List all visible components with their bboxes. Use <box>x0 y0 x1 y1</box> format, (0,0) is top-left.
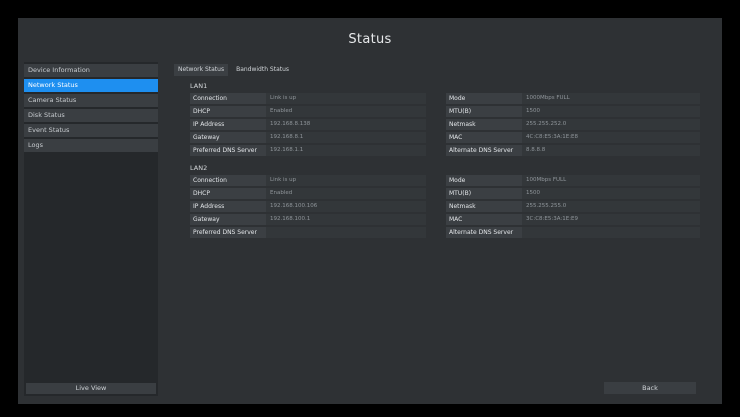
field-value: Link is up <box>266 175 426 186</box>
field-label: IP Address <box>190 119 266 130</box>
sidebar-item-disk-status[interactable]: Disk Status <box>24 109 158 122</box>
field-label: Mode <box>446 175 522 186</box>
live-view-button[interactable]: Live View <box>26 383 156 394</box>
field-value <box>522 227 700 238</box>
field-label: Preferred DNS Server <box>190 227 266 238</box>
field-value: 192.168.8.1 <box>266 132 426 143</box>
field-label: Alternate DNS Server <box>446 227 522 238</box>
table-row: Preferred DNS Server Alternate DNS Serve… <box>190 227 700 239</box>
field-label: MAC <box>446 132 522 143</box>
field-value: 8.8.8.8 <box>522 145 700 156</box>
field-value: 1000Mbps FULL <box>522 93 700 104</box>
field-value: 100Mbps FULL <box>522 175 700 186</box>
sidebar-item-device-information[interactable]: Device Information <box>24 64 158 77</box>
field-value: 3C:C8:E5:3A:1E:E9 <box>522 214 700 225</box>
field-label: MAC <box>446 214 522 225</box>
field-value: 192.168.100.1 <box>266 214 426 225</box>
field-label: Preferred DNS Server <box>190 145 266 156</box>
field-value: 192.168.100.106 <box>266 201 426 212</box>
page-title: Status <box>348 32 392 47</box>
table-row: IP Address 192.168.100.106 Netmask 255.2… <box>190 201 700 213</box>
field-label: Connection <box>190 93 266 104</box>
tab-network-status[interactable]: Network Status <box>174 64 229 76</box>
sidebar-item-camera-status[interactable]: Camera Status <box>24 94 158 107</box>
table-row: Gateway 192.168.100.1 MAC 3C:C8:E5:3A:1E… <box>190 214 700 226</box>
field-value: 4C:C8:E5:3A:1E:E8 <box>522 132 700 143</box>
table-row: Connection Link is up Mode 100Mbps FULL <box>190 175 700 187</box>
field-value: 255.255.255.0 <box>522 201 700 212</box>
field-label: Gateway <box>190 214 266 225</box>
table-row: DHCP Enabled MTU(B) 1500 <box>190 106 700 118</box>
field-label: Connection <box>190 175 266 186</box>
sidebar-item-event-status[interactable]: Event Status <box>24 124 158 137</box>
tab-bar: Network Status Bandwidth Status <box>174 64 293 76</box>
field-value <box>266 227 426 238</box>
field-label: Gateway <box>190 132 266 143</box>
field-value: 192.168.8.138 <box>266 119 426 130</box>
field-label: DHCP <box>190 188 266 199</box>
status-screen: Status Device Information Network Status… <box>18 18 722 404</box>
field-label: Netmask <box>446 201 522 212</box>
field-value: 1500 <box>522 106 700 117</box>
field-value: Enabled <box>266 188 426 199</box>
back-button[interactable]: Back <box>604 382 696 394</box>
sidebar: Device Information Network Status Camera… <box>24 62 158 396</box>
field-value: 192.168.1.1 <box>266 145 426 156</box>
main-content: Network Status Bandwidth Status LAN1 Con… <box>168 62 716 396</box>
table-row: IP Address 192.168.8.138 Netmask 255.255… <box>190 119 700 131</box>
field-value: 1500 <box>522 188 700 199</box>
field-label: Alternate DNS Server <box>446 145 522 156</box>
sidebar-item-network-status[interactable]: Network Status <box>24 79 158 92</box>
field-value: 255.255.252.0 <box>522 119 700 130</box>
field-value: Enabled <box>266 106 426 117</box>
lan2-title: LAN2 <box>190 164 208 172</box>
tab-bandwidth-status[interactable]: Bandwidth Status <box>232 64 293 76</box>
sidebar-menu: Device Information Network Status Camera… <box>24 64 158 154</box>
field-value: Link is up <box>266 93 426 104</box>
table-row: Gateway 192.168.8.1 MAC 4C:C8:E5:3A:1E:E… <box>190 132 700 144</box>
table-row: Preferred DNS Server 192.168.1.1 Alterna… <box>190 145 700 157</box>
lan1-title: LAN1 <box>190 82 208 90</box>
sidebar-item-logs[interactable]: Logs <box>24 139 158 152</box>
field-label: MTU(B) <box>446 106 522 117</box>
table-row: DHCP Enabled MTU(B) 1500 <box>190 188 700 200</box>
field-label: DHCP <box>190 106 266 117</box>
field-label: Mode <box>446 93 522 104</box>
field-label: Netmask <box>446 119 522 130</box>
field-label: MTU(B) <box>446 188 522 199</box>
table-row: Connection Link is up Mode 1000Mbps FULL <box>190 93 700 105</box>
field-label: IP Address <box>190 201 266 212</box>
